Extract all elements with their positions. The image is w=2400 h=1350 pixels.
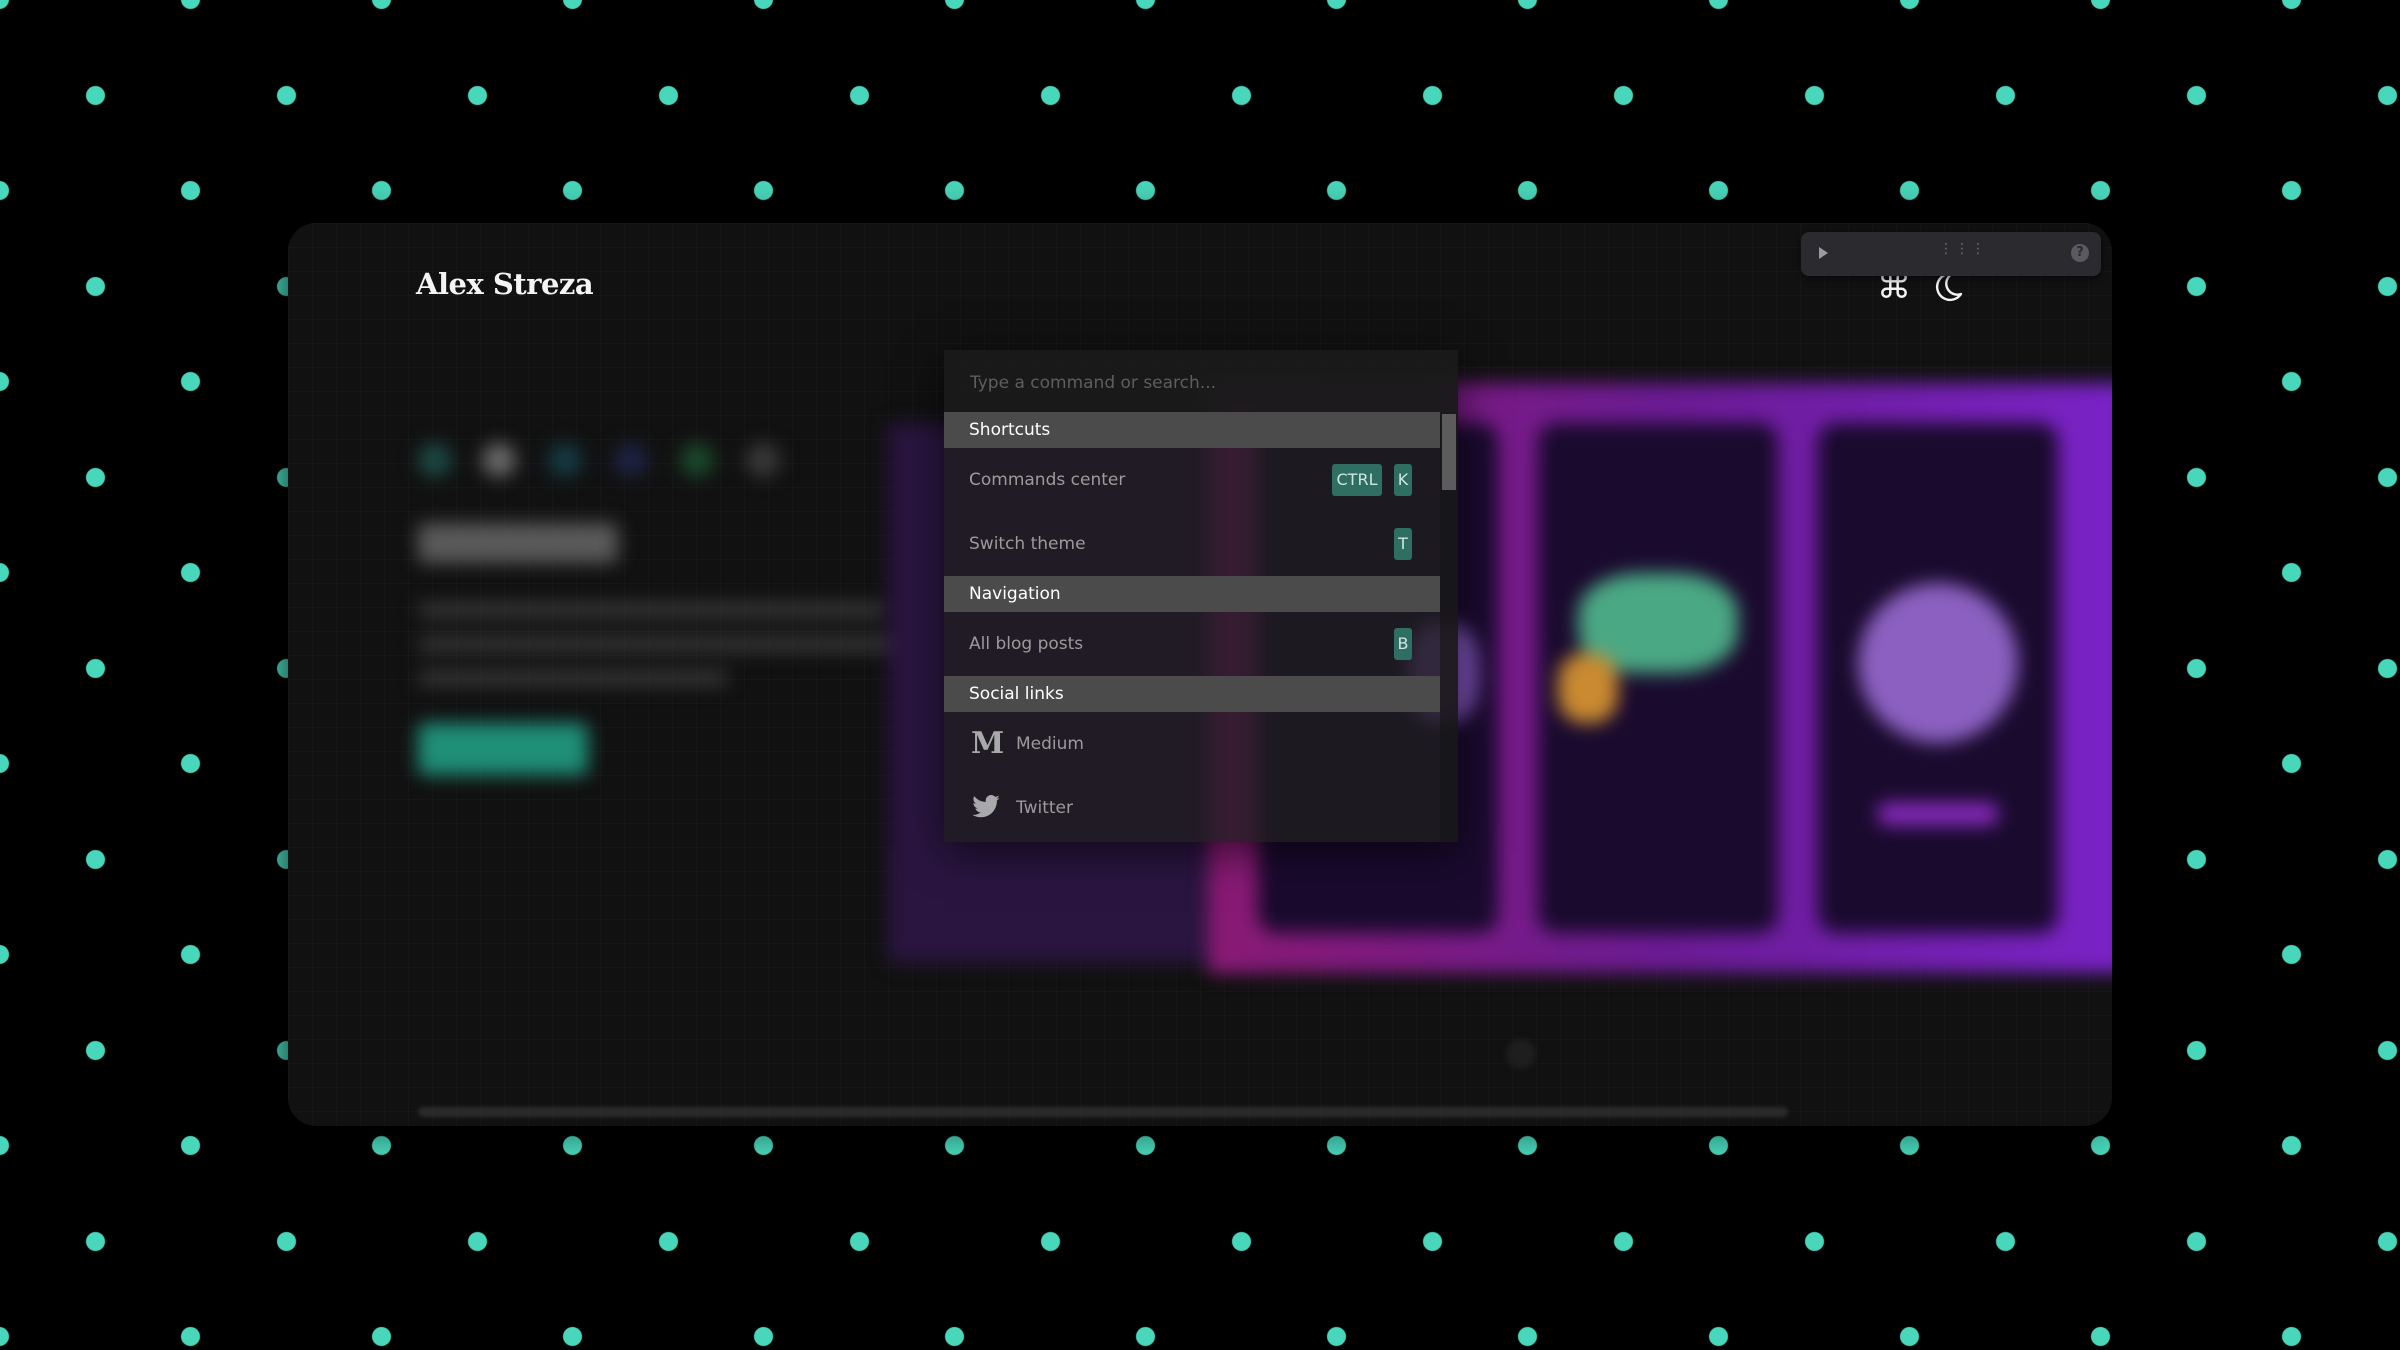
blurred-text-line [418,637,918,651]
kbd-ctrl: CTRL [1332,464,1382,496]
command-item-twitter[interactable]: Twitter [944,776,1440,840]
command-palette: Shortcuts Commands center CTRL K Switch … [944,350,1458,842]
blurred-dot [614,443,648,477]
group-header-social-links: Social links [944,676,1440,712]
blurred-dot [482,443,516,477]
kbd-t: T [1394,528,1412,560]
kbd-k: K [1394,464,1412,496]
command-item-commands-center[interactable]: Commands center CTRL K [944,448,1440,512]
command-item-label: Medium [1016,734,1084,754]
horizontal-scrollbar[interactable] [418,1107,1788,1117]
twitter-icon [971,792,1003,824]
blurred-phone [1538,423,1778,933]
palette-scrollbar-thumb[interactable] [1442,414,1456,490]
kbd-b: B [1394,628,1412,660]
group-header-navigation: Navigation [944,576,1440,612]
site-title[interactable]: Alex Streza [416,267,594,301]
command-item-label: Twitter [1016,798,1073,818]
command-item-medium[interactable]: M Medium [944,712,1440,776]
twitter-icon-svg [972,795,1000,818]
drag-grip-icon[interactable]: ⋮⋮⋮ [1939,242,1987,256]
blurred-dot [548,443,582,477]
blurred-footer-dot [1506,1039,1536,1069]
command-item-switch-theme[interactable]: Switch theme T [944,512,1440,576]
blurred-cta-button [418,723,588,775]
blurred-dot [746,443,780,477]
command-search-input[interactable] [968,368,1432,398]
play-icon[interactable] [1819,247,1828,259]
blurred-heading [418,523,618,563]
palette-search-bar [944,350,1458,412]
blurred-phone [1818,423,2058,933]
command-list: Shortcuts Commands center CTRL K Switch … [944,412,1440,842]
dev-toolbar[interactable]: ⋮⋮⋮ ? [1801,232,2101,276]
blurred-text-line [418,603,888,617]
group-header-shortcuts: Shortcuts [944,412,1440,448]
command-item-all-blog-posts[interactable]: All blog posts B [944,612,1440,676]
help-icon[interactable]: ? [2071,244,2089,262]
blurred-dot [418,443,452,477]
blurred-dot [680,443,714,477]
medium-icon: M [971,726,1005,761]
command-item-label: Commands center [969,470,1126,490]
blurred-text-line [418,671,728,685]
command-item-label: Switch theme [969,534,1086,554]
command-item-label: All blog posts [969,634,1084,654]
